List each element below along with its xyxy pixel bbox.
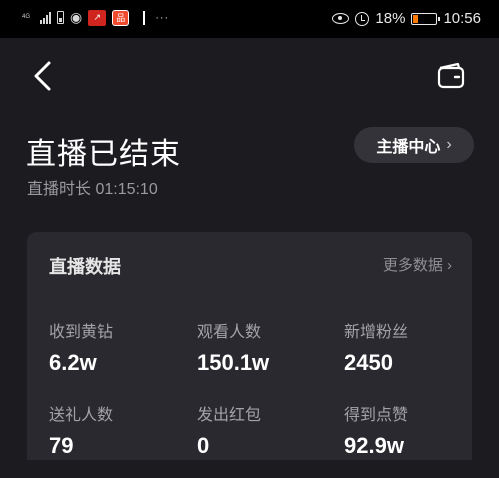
stat-label: 送礼人数 [49, 407, 114, 424]
stat-gift-senders: 送礼人数 79 [49, 401, 189, 459]
more-data-label: 更多数据 [382, 257, 443, 274]
stat-viewers: 观看人数 150.1w [197, 318, 337, 376]
stat-value: 79 [49, 433, 74, 458]
stat-label: 发出红包 [197, 407, 262, 424]
stat-value: 2450 [344, 350, 393, 375]
stat-label: 观看人数 [197, 324, 262, 341]
more-data-link[interactable]: 更多数据 › [383, 254, 452, 275]
stat-label: 新增粉丝 [344, 324, 409, 341]
stat-red-packets: 发出红包 0 [197, 401, 337, 459]
chevron-right-icon: › [447, 257, 452, 274]
stat-value: 92.9w [344, 433, 404, 458]
stat-received-diamonds: 收到黄钻 6.2w [49, 318, 189, 376]
live-data-card: 直播数据 更多数据 › 收到黄钻 6.2w 观看人数 150.1w 新增粉丝 2… [27, 232, 472, 460]
stat-likes: 得到点赞 92.9w [344, 401, 484, 459]
stat-value: 6.2w [49, 350, 97, 375]
stat-value: 150.1w [197, 350, 270, 375]
stat-label: 得到点赞 [344, 407, 409, 424]
card-title: 直播数据 [49, 257, 121, 277]
content-clip: 直播数据 更多数据 › 收到黄钻 6.2w 观看人数 150.1w 新增粉丝 2… [0, 0, 499, 460]
stat-label: 收到黄钻 [49, 324, 114, 341]
stat-new-followers: 新增粉丝 2450 [344, 318, 484, 376]
stat-value: 0 [197, 433, 210, 458]
